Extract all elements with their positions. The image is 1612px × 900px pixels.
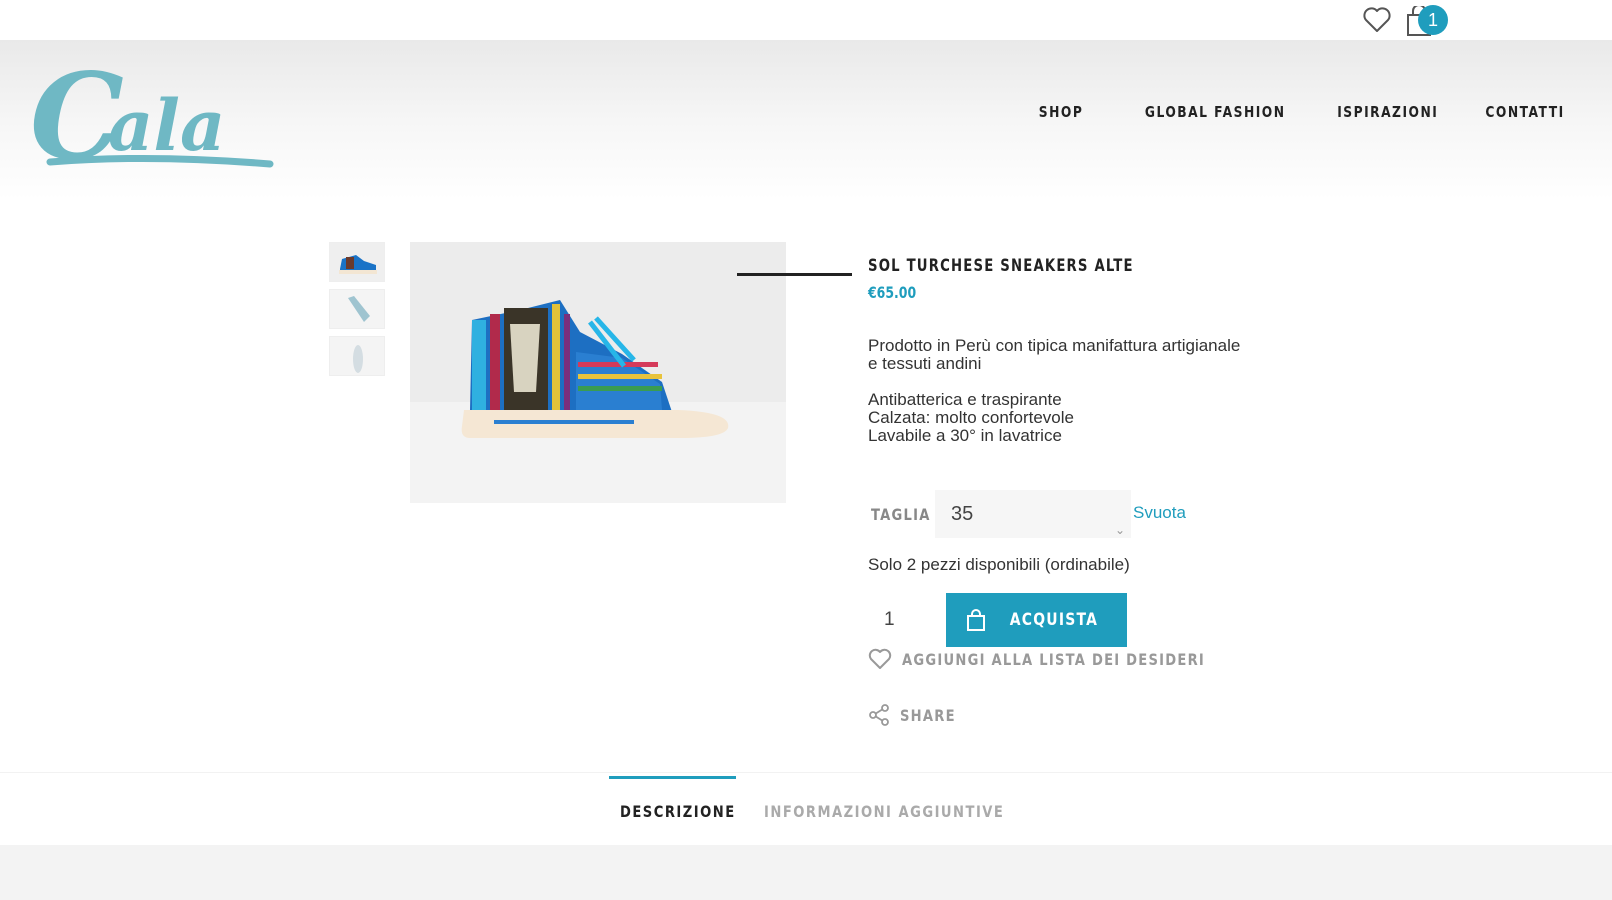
product-title: SOL TURCHESE SNEAKERS ALTE [868, 256, 1134, 276]
product-main-image[interactable] [410, 242, 786, 503]
product-thumbnail[interactable] [329, 289, 385, 329]
buy-button[interactable]: ACQUISTA [946, 593, 1127, 647]
size-label: TAGLIA [871, 505, 931, 524]
nav-item-global-fashion[interactable]: GLOBAL FASHION [1144, 103, 1285, 121]
share-icon [869, 704, 889, 726]
description-line: Antibatterica e traspirante [868, 390, 1062, 409]
product-thumbnail[interactable] [329, 242, 385, 282]
add-to-wishlist-link[interactable]: AGGIUNGI ALLA LISTA DEI DESIDERI [868, 648, 1272, 670]
cart-count-badge[interactable]: 1 [1418, 5, 1448, 35]
stock-availability: Solo 2 pezzi disponibili (ordinabile) [868, 555, 1130, 574]
product-thumbnail[interactable] [329, 336, 385, 376]
sneaker-image [410, 242, 786, 503]
site-header: C ala SHOP GLOBAL FASHION ISPIRAZIONI CO… [0, 40, 1612, 200]
share-label: SHARE [900, 705, 956, 725]
chevron-down-icon: ⌄ [1114, 523, 1125, 537]
top-utility-bar: 1 [0, 0, 1612, 40]
svg-text:ala: ala [108, 84, 225, 167]
tab-informazioni-aggiuntive[interactable]: INFORMAZIONI AGGIUNTIVE [764, 802, 1004, 821]
sneaker-top-thumbnail-image [330, 290, 384, 328]
tab-content-area [0, 845, 1612, 900]
product-description: Prodotto in Perù con tipica manifattura … [868, 337, 1308, 445]
size-selector-row: TAGLIA 35 ⌄ Svuota [868, 490, 1308, 538]
description-line: e tessuti andini [868, 354, 982, 373]
quantity-input[interactable] [868, 593, 946, 647]
nav-item-ispirazioni[interactable]: ISPIRAZIONI [1337, 103, 1438, 121]
cala-logo[interactable]: C ala [30, 58, 280, 176]
heart-icon [868, 648, 892, 669]
description-line: Prodotto in Perù con tipica manifattura … [868, 336, 1241, 355]
product-thumbnails [329, 242, 385, 383]
heart-icon[interactable] [1362, 6, 1392, 34]
wishlist-label: AGGIUNGI ALLA LISTA DEI DESIDERI [902, 649, 1206, 669]
size-value: 35 [951, 503, 974, 525]
size-select[interactable]: 35 ⌄ [935, 490, 1131, 538]
product-info: SOL TURCHESE SNEAKERS ALTE €65.00 Prodot… [868, 256, 1308, 463]
sneaker-sole-thumbnail-image [330, 337, 384, 375]
nav-item-contatti[interactable]: CONTATTI [1486, 103, 1565, 121]
sneaker-side-thumbnail-image [330, 243, 384, 281]
shopping-bag-icon [966, 609, 985, 631]
active-tab-indicator [609, 776, 736, 779]
product-price: €65.00 [868, 283, 917, 302]
clear-size-link[interactable]: Svuota [1133, 503, 1186, 523]
decorative-divider [737, 273, 852, 276]
description-line: Calzata: molto confortevole [868, 408, 1074, 427]
share-link[interactable]: SHARE [868, 704, 968, 726]
description-line: Lavabile a 30° in lavatrice [868, 426, 1062, 445]
nav-item-shop[interactable]: SHOP [1039, 103, 1084, 121]
buy-button-label: ACQUISTA [1009, 610, 1098, 630]
tab-descrizione[interactable]: DESCRIZIONE [620, 802, 736, 821]
main-navigation: SHOP GLOBAL FASHION ISPIRAZIONI CONTATTI [1029, 103, 1565, 121]
